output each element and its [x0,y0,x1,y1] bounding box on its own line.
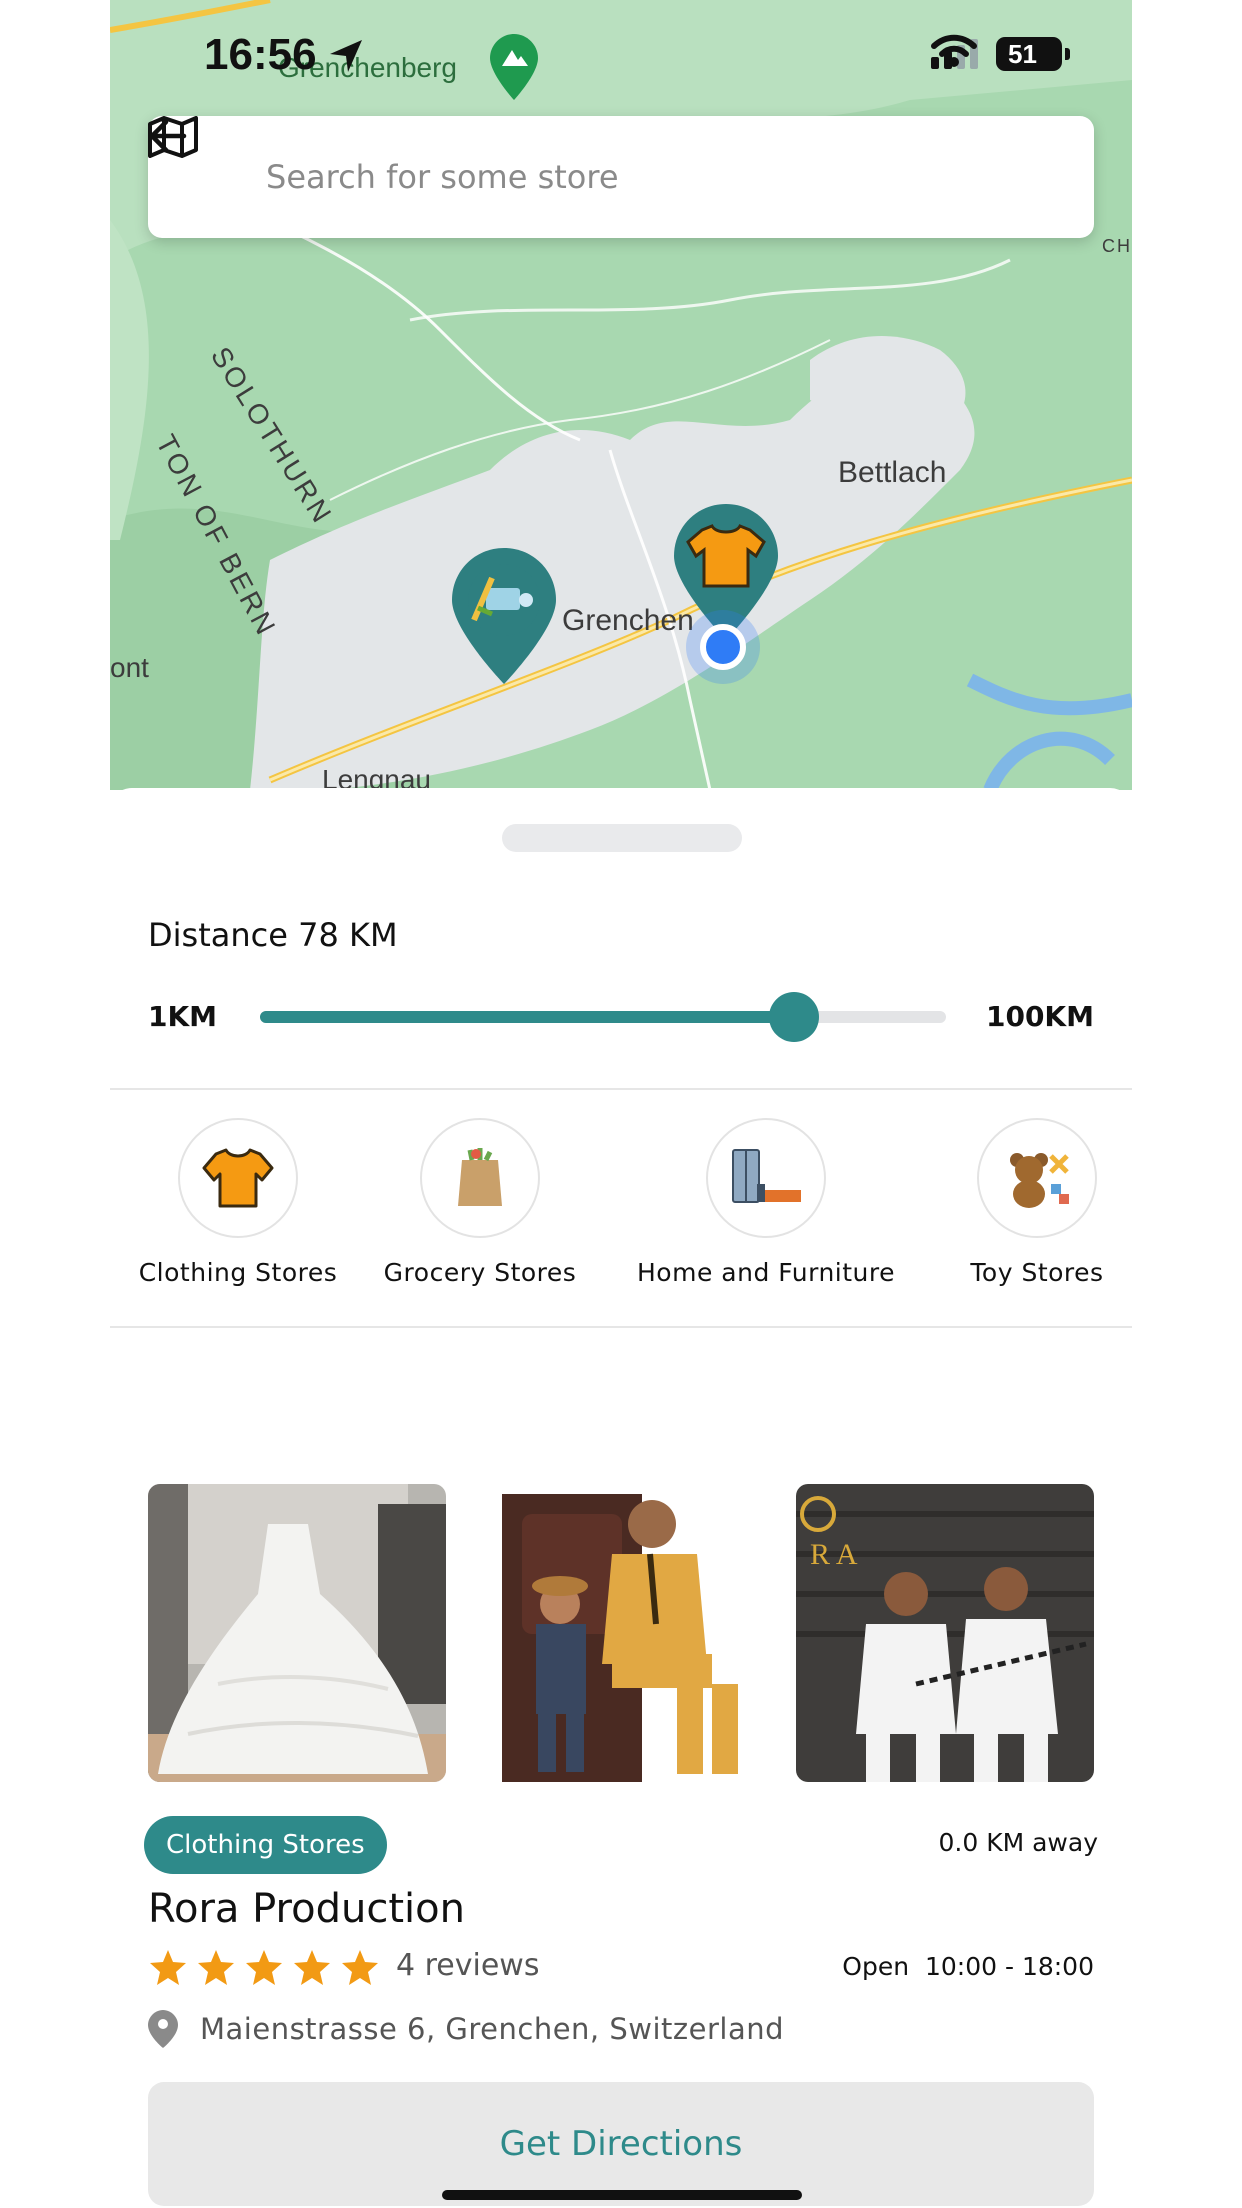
star-rating [148,1948,380,1988]
distance-slider[interactable] [260,992,946,1042]
address-text: Maienstrasse 6, Grenchen, Switzerland [200,2012,785,2046]
category-icon-circle [977,1118,1097,1238]
store-photo-gallery: R A [148,1484,1094,1782]
star-icon [246,1950,282,1985]
category-clothing-stores[interactable]: Clothing Stores [130,1118,346,1287]
category-icon-circle [706,1118,826,1238]
category-grocery-stores[interactable]: Grocery Stores [382,1118,578,1287]
distance-label: Distance 78 KM [148,916,398,954]
map-icon [148,116,198,158]
status-time: 16:56 [204,30,317,79]
home-indicator [442,2190,802,2200]
location-pin-icon [148,2010,178,2048]
star-icon [342,1950,378,1985]
range-min-label: 1KM [148,1000,218,1033]
status-indicators: 51 [931,34,1070,74]
map-label-ont: ont [110,652,149,683]
review-count[interactable]: 4 reviews [396,1948,539,1983]
sheet-drag-handle[interactable] [502,824,742,852]
map-label-ch: CH [1102,236,1132,256]
map-label-bettlach: Bettlach [838,456,947,489]
battery-indicator: 51 [996,37,1070,71]
furniture-icon [732,1149,801,1203]
slider-fill [260,1011,794,1023]
bottom-sheet: Distance 78 KM 1KM 100KM Clothing Stores… [110,788,1132,2208]
store-photo-white-outfits[interactable]: R A [796,1484,1094,1782]
search-input[interactable] [264,157,1008,197]
get-directions-button[interactable]: Get Directions [148,2082,1094,2206]
tshirt-icon [202,1148,274,1208]
category-toy-stores[interactable]: Toy Stores [962,1118,1112,1287]
store-photo-dress[interactable] [148,1484,446,1782]
category-list: Clothing Stores Grocery Stores Home and … [110,1118,1132,1298]
divider [110,1088,1132,1090]
category-label: Home and Furniture [637,1258,895,1287]
category-home-furniture[interactable]: Home and Furniture [636,1118,896,1287]
photo-brand-text: R A [810,1538,858,1571]
search-bar [148,116,1094,238]
opening-hours: Open 10:00 - 18:00 [842,1952,1094,1981]
current-location-dot [700,624,746,670]
map-toggle-button[interactable] [148,116,1068,207]
store-address: Maienstrasse 6, Grenchen, Switzerland [148,2010,784,2048]
star-icon [150,1950,186,1985]
store-photo-suits[interactable] [472,1484,770,1782]
map-view[interactable]: Grenchenberg Bettlach Grenchen SOLOTHURN… [110,0,1132,790]
hours-range: 10:00 - 18:00 [924,1952,1094,1981]
store-category-badge: Clothing Stores [144,1816,387,1874]
category-label: Clothing Stores [138,1258,338,1287]
divider [110,1326,1132,1328]
category-label: Grocery Stores [383,1258,577,1287]
grocery-bag-icon [458,1148,502,1206]
wifi-icon [931,34,977,67]
category-icon-circle [178,1118,298,1238]
tshirt-icon [674,504,778,640]
teddy-bear-icon [1010,1153,1069,1208]
toy-icon [452,548,556,684]
slider-thumb[interactable] [768,992,819,1042]
range-max-label: 100KM [985,1000,1094,1033]
star-icon [294,1950,330,1985]
category-label: Toy Stores [970,1258,1104,1287]
store-name[interactable]: Rora Production [148,1886,465,1932]
app-screen: Grenchenberg Bettlach Grenchen SOLOTHURN… [110,0,1132,2208]
category-icon-circle [420,1118,540,1238]
store-distance: 0.0 KM away [938,1828,1099,1857]
map-label-lengnau: Lengnau [322,764,432,790]
open-status: Open [842,1952,910,1981]
star-icon [198,1950,234,1985]
